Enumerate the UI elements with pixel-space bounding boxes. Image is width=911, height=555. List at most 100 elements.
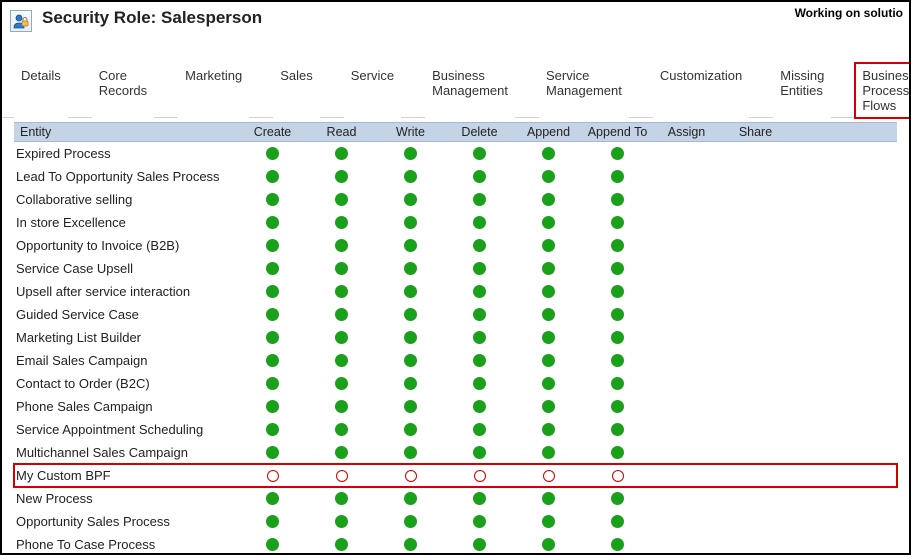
privilege-cell[interactable]: [307, 395, 376, 418]
privilege-cell[interactable]: [445, 510, 514, 533]
privilege-cell[interactable]: [238, 188, 307, 211]
privilege-cell[interactable]: [583, 441, 652, 464]
privilege-cell[interactable]: [307, 280, 376, 303]
privilege-cell[interactable]: [307, 349, 376, 372]
privilege-cell[interactable]: [238, 234, 307, 257]
privilege-cell[interactable]: [583, 487, 652, 510]
privilege-cell[interactable]: [376, 510, 445, 533]
privilege-cell[interactable]: [307, 441, 376, 464]
privilege-cell[interactable]: [514, 257, 583, 280]
entity-name[interactable]: Email Sales Campaign: [14, 353, 238, 368]
privilege-cell[interactable]: [376, 372, 445, 395]
privilege-cell[interactable]: [445, 303, 514, 326]
privilege-cell[interactable]: [514, 303, 583, 326]
privilege-cell[interactable]: [445, 441, 514, 464]
privilege-cell[interactable]: [445, 395, 514, 418]
privilege-cell[interactable]: [514, 418, 583, 441]
privilege-cell[interactable]: [583, 395, 652, 418]
tab-core-records[interactable]: Core Records: [92, 63, 154, 118]
privilege-cell[interactable]: [445, 418, 514, 441]
column-header-assign[interactable]: Assign: [652, 123, 721, 141]
privilege-cell[interactable]: [445, 280, 514, 303]
tab-business-management[interactable]: Business Management: [425, 63, 515, 118]
privilege-cell[interactable]: [514, 533, 583, 555]
privilege-cell[interactable]: [307, 257, 376, 280]
tab-service[interactable]: Service: [344, 63, 401, 118]
privilege-cell[interactable]: [307, 418, 376, 441]
privilege-cell[interactable]: [583, 257, 652, 280]
privilege-cell[interactable]: [307, 234, 376, 257]
privilege-cell[interactable]: [445, 349, 514, 372]
tab-business-process-flows[interactable]: Business Process Flows: [855, 63, 911, 118]
privilege-cell[interactable]: [238, 257, 307, 280]
privilege-cell[interactable]: [514, 326, 583, 349]
tab-details[interactable]: Details: [14, 63, 68, 118]
privilege-cell[interactable]: [583, 234, 652, 257]
privilege-cell[interactable]: [583, 280, 652, 303]
privilege-cell[interactable]: [445, 211, 514, 234]
privilege-cell[interactable]: [238, 326, 307, 349]
privilege-cell[interactable]: [307, 510, 376, 533]
privilege-cell[interactable]: [583, 211, 652, 234]
privilege-cell[interactable]: [445, 188, 514, 211]
privilege-cell[interactable]: [583, 464, 652, 487]
privilege-cell[interactable]: [238, 533, 307, 555]
privilege-cell[interactable]: [307, 188, 376, 211]
privilege-cell[interactable]: [514, 165, 583, 188]
column-header-read[interactable]: Read: [307, 123, 376, 141]
privilege-cell[interactable]: [514, 510, 583, 533]
privilege-cell[interactable]: [238, 395, 307, 418]
privilege-cell[interactable]: [238, 142, 307, 165]
entity-name[interactable]: In store Excellence: [14, 215, 238, 230]
entity-name[interactable]: Service Appointment Scheduling: [14, 422, 238, 437]
entity-name[interactable]: Phone To Case Process: [14, 537, 238, 552]
privilege-cell[interactable]: [514, 372, 583, 395]
privilege-cell[interactable]: [583, 303, 652, 326]
privilege-cell[interactable]: [238, 280, 307, 303]
privilege-cell[interactable]: [376, 188, 445, 211]
privilege-cell[interactable]: [307, 464, 376, 487]
privilege-cell[interactable]: [238, 372, 307, 395]
entity-name[interactable]: Phone Sales Campaign: [14, 399, 238, 414]
tab-marketing[interactable]: Marketing: [178, 63, 249, 118]
entity-name[interactable]: Multichannel Sales Campaign: [14, 445, 238, 460]
privilege-cell[interactable]: [238, 418, 307, 441]
entity-name[interactable]: Guided Service Case: [14, 307, 238, 322]
entity-name[interactable]: Opportunity Sales Process: [14, 514, 238, 529]
column-header-write[interactable]: Write: [376, 123, 445, 141]
privilege-cell[interactable]: [514, 211, 583, 234]
entity-name[interactable]: Collaborative selling: [14, 192, 238, 207]
privilege-cell[interactable]: [583, 533, 652, 555]
privilege-cell[interactable]: [514, 280, 583, 303]
privilege-cell[interactable]: [514, 441, 583, 464]
column-header-create[interactable]: Create: [238, 123, 307, 141]
tab-service-management[interactable]: Service Management: [539, 63, 629, 118]
privilege-cell[interactable]: [376, 487, 445, 510]
privilege-cell[interactable]: [238, 349, 307, 372]
privilege-cell[interactable]: [583, 372, 652, 395]
privilege-cell[interactable]: [307, 326, 376, 349]
privilege-cell[interactable]: [445, 487, 514, 510]
privilege-cell[interactable]: [238, 441, 307, 464]
privilege-cell[interactable]: [514, 395, 583, 418]
entity-name[interactable]: Service Case Upsell: [14, 261, 238, 276]
privilege-cell[interactable]: [307, 211, 376, 234]
entity-name[interactable]: My Custom BPF: [14, 468, 238, 483]
privilege-cell[interactable]: [514, 234, 583, 257]
privilege-cell[interactable]: [376, 533, 445, 555]
privilege-cell[interactable]: [307, 165, 376, 188]
privilege-cell[interactable]: [238, 487, 307, 510]
privilege-cell[interactable]: [514, 188, 583, 211]
tab-missing-entities[interactable]: Missing Entities: [773, 63, 831, 118]
column-header-share[interactable]: Share: [721, 123, 790, 141]
privilege-cell[interactable]: [376, 395, 445, 418]
privilege-cell[interactable]: [514, 142, 583, 165]
column-header-entity[interactable]: Entity: [14, 123, 238, 141]
privilege-cell[interactable]: [514, 464, 583, 487]
privilege-cell[interactable]: [445, 234, 514, 257]
privilege-cell[interactable]: [376, 349, 445, 372]
privilege-cell[interactable]: [307, 372, 376, 395]
column-header-delete[interactable]: Delete: [445, 123, 514, 141]
privilege-cell[interactable]: [307, 487, 376, 510]
privilege-cell[interactable]: [583, 349, 652, 372]
